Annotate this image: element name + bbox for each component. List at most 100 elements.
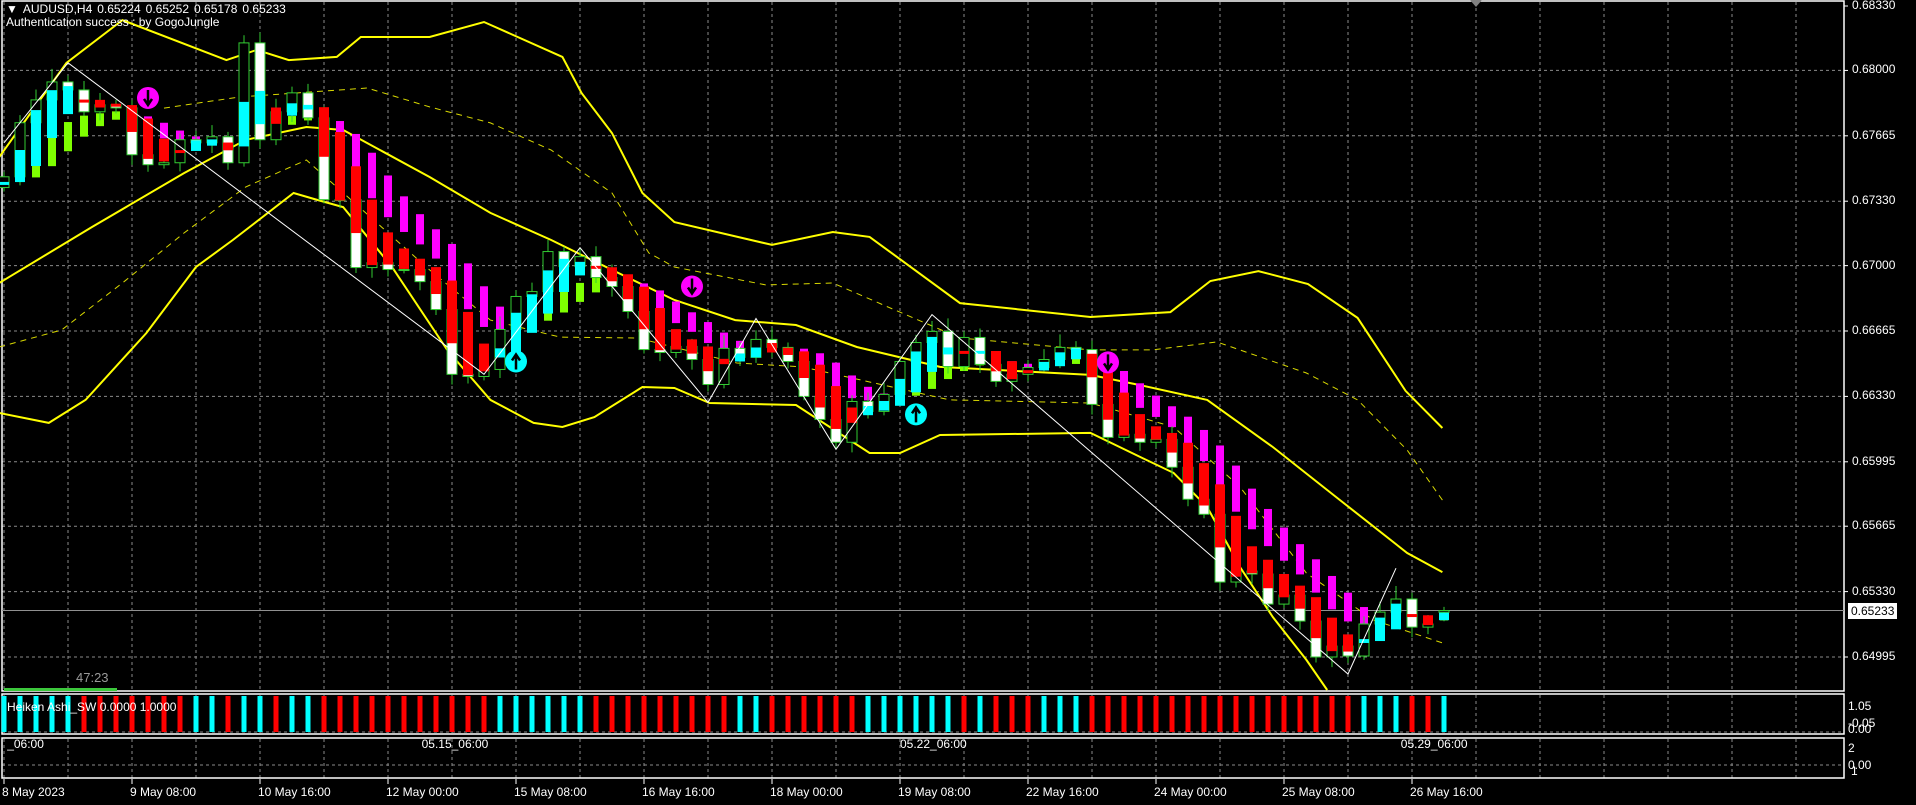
heiken-ashi-sw-bar: [881, 696, 887, 732]
smoothed-heiken-body: [1280, 527, 1288, 561]
heiken-ashi-sw-bar: [961, 696, 967, 732]
heiken-ashi-body: [1167, 432, 1177, 453]
heiken-ashi-body: [239, 101, 249, 147]
heiken-ashi-sw-bar: [273, 696, 279, 732]
heiken-ashi-sw-bar: [1121, 696, 1127, 732]
heiken-ashi-body: [1007, 361, 1017, 380]
heiken-ashi-sw-bar: [1345, 696, 1351, 732]
heiken-ashi-body: [895, 378, 905, 406]
heiken-ashi-sw-bar: [785, 696, 791, 732]
candle-body[interactable]: [158, 162, 170, 166]
heiken-ashi-sw-bar: [1409, 696, 1415, 732]
heiken-ashi-sw-bar: [609, 696, 615, 732]
heiken-ashi-body: [79, 99, 89, 103]
heiken-ashi-body: [287, 103, 297, 116]
heiken-ashi-body: [175, 150, 185, 154]
heiken-ashi-body: [415, 258, 425, 276]
symbol-timeframe: AUDUSD,H4: [22, 2, 93, 16]
smoothed-heiken-body: [576, 282, 584, 302]
candle-body[interactable]: [1150, 438, 1162, 443]
subwindow-axis-label: 2: [1848, 741, 1855, 755]
heiken-ashi-sw-bar: [289, 696, 295, 732]
heiken-ashi-body: [335, 131, 345, 201]
smoothed-heiken-body: [384, 175, 392, 218]
heiken-ashi-body: [399, 248, 409, 269]
heiken-ashi-body: [575, 261, 585, 276]
heiken-ashi-sw-bar: [849, 696, 855, 732]
heiken-ashi-body: [943, 347, 953, 355]
heiken-ashi-body: [735, 353, 745, 362]
heiken-ashi-sw-bar: [1265, 696, 1271, 732]
time-axis-label: 18 May 00:00: [770, 785, 843, 799]
heiken-ashi-sw-bar: [1089, 696, 1095, 732]
heiken-ashi-body: [815, 364, 825, 408]
heiken-ashi-body: [207, 139, 217, 146]
heiken-ashi-sw-bar: [529, 696, 535, 732]
heiken-ashi-body: [463, 311, 473, 376]
price-axis-label: 0.67665: [1852, 127, 1896, 142]
heiken-ashi-sw-bar: [577, 696, 583, 732]
heiken-ashi-sw-bar: [1377, 696, 1383, 732]
heiken-ashi-sw-bar: [1329, 696, 1335, 732]
heiken-ashi-body: [127, 105, 137, 132]
heiken-ashi-body: [719, 358, 729, 365]
smoothed-heiken-body: [1120, 370, 1128, 396]
price-axis-label: 0.65330: [1852, 583, 1896, 598]
heiken-ashi-body: [1375, 617, 1385, 642]
heiken-ashi-body: [271, 107, 281, 124]
heiken-ashi-body: [159, 138, 169, 162]
heiken-ashi-body: [1231, 515, 1241, 577]
smoothed-heiken-body: [352, 133, 360, 172]
smoothed-heiken-body: [688, 312, 696, 332]
subwindow-time-label: 05.22_06:00: [900, 737, 967, 751]
heiken-ashi-body: [47, 90, 57, 139]
heiken-ashi-sw-bar: [1057, 696, 1063, 732]
candle-body[interactable]: [1438, 610, 1450, 613]
heiken-ashi-body: [1327, 617, 1337, 652]
smoothed-heiken-body: [1216, 445, 1224, 486]
smoothed-heiken-body: [1296, 544, 1304, 575]
heiken-ashi-body: [831, 386, 841, 429]
smoothed-heiken-body: [1264, 508, 1272, 547]
heiken-ashi-body: [143, 118, 153, 159]
band-lower: [0, 191, 1329, 691]
smoothed-heiken-body: [1200, 429, 1208, 462]
smoothed-heiken-body: [432, 229, 440, 259]
heiken-ashi-body: [863, 405, 873, 416]
heiken-ashi-sw-bar: [657, 696, 663, 732]
price-chart[interactable]: [0, 0, 1916, 805]
candle-body[interactable]: [1406, 598, 1418, 628]
heiken-ashi-sw-bar: [1441, 696, 1447, 732]
heiken-ashi-body: [1311, 597, 1321, 639]
heiken-ashi-sw-bar: [1073, 696, 1079, 732]
heiken-ashi-body: [927, 336, 937, 372]
heiken-ashi-body: [1391, 603, 1401, 630]
subwindow-time-label: _06:00: [7, 737, 44, 751]
heiken-ashi-sw-bar: [1185, 696, 1191, 732]
smoothed-heiken-body: [64, 122, 72, 152]
candle-body[interactable]: [718, 347, 730, 385]
smoothed-heiken-body: [1136, 383, 1144, 408]
heiken-ashi-sw-bar: [1313, 696, 1319, 732]
smoothed-heiken-body: [928, 369, 936, 389]
collapse-triangle-icon[interactable]: ▼: [6, 2, 18, 16]
time-axis-label: 22 May 16:00: [1026, 785, 1099, 799]
heiken-ashi-sw-bar: [1425, 696, 1431, 732]
auth-status-text: Authentication success : by GogoJungle: [6, 15, 220, 29]
heiken-ashi-body: [431, 267, 441, 295]
heiken-ashi-body: [1071, 348, 1081, 360]
heiken-ashi-sw-bar: [1217, 696, 1223, 732]
heiken-ashi-body: [15, 150, 25, 183]
heiken-ashi-body: [111, 103, 121, 107]
chart-shift-marker-icon[interactable]: [1470, 0, 1482, 7]
heiken-ashi-body: [527, 294, 537, 333]
heiken-ashi-body: [1103, 365, 1113, 420]
heiken-ashi-body: [671, 329, 681, 350]
heiken-ashi-body: [1055, 352, 1065, 367]
candle-body[interactable]: [398, 269, 410, 272]
heiken-ashi-sw-bar: [209, 696, 215, 732]
smoothed-heiken-body: [400, 196, 408, 232]
heiken-ashi-sw-bar: [1233, 696, 1239, 732]
heiken-ashi-body: [1039, 361, 1049, 371]
heiken-ashi-body: [31, 110, 41, 167]
